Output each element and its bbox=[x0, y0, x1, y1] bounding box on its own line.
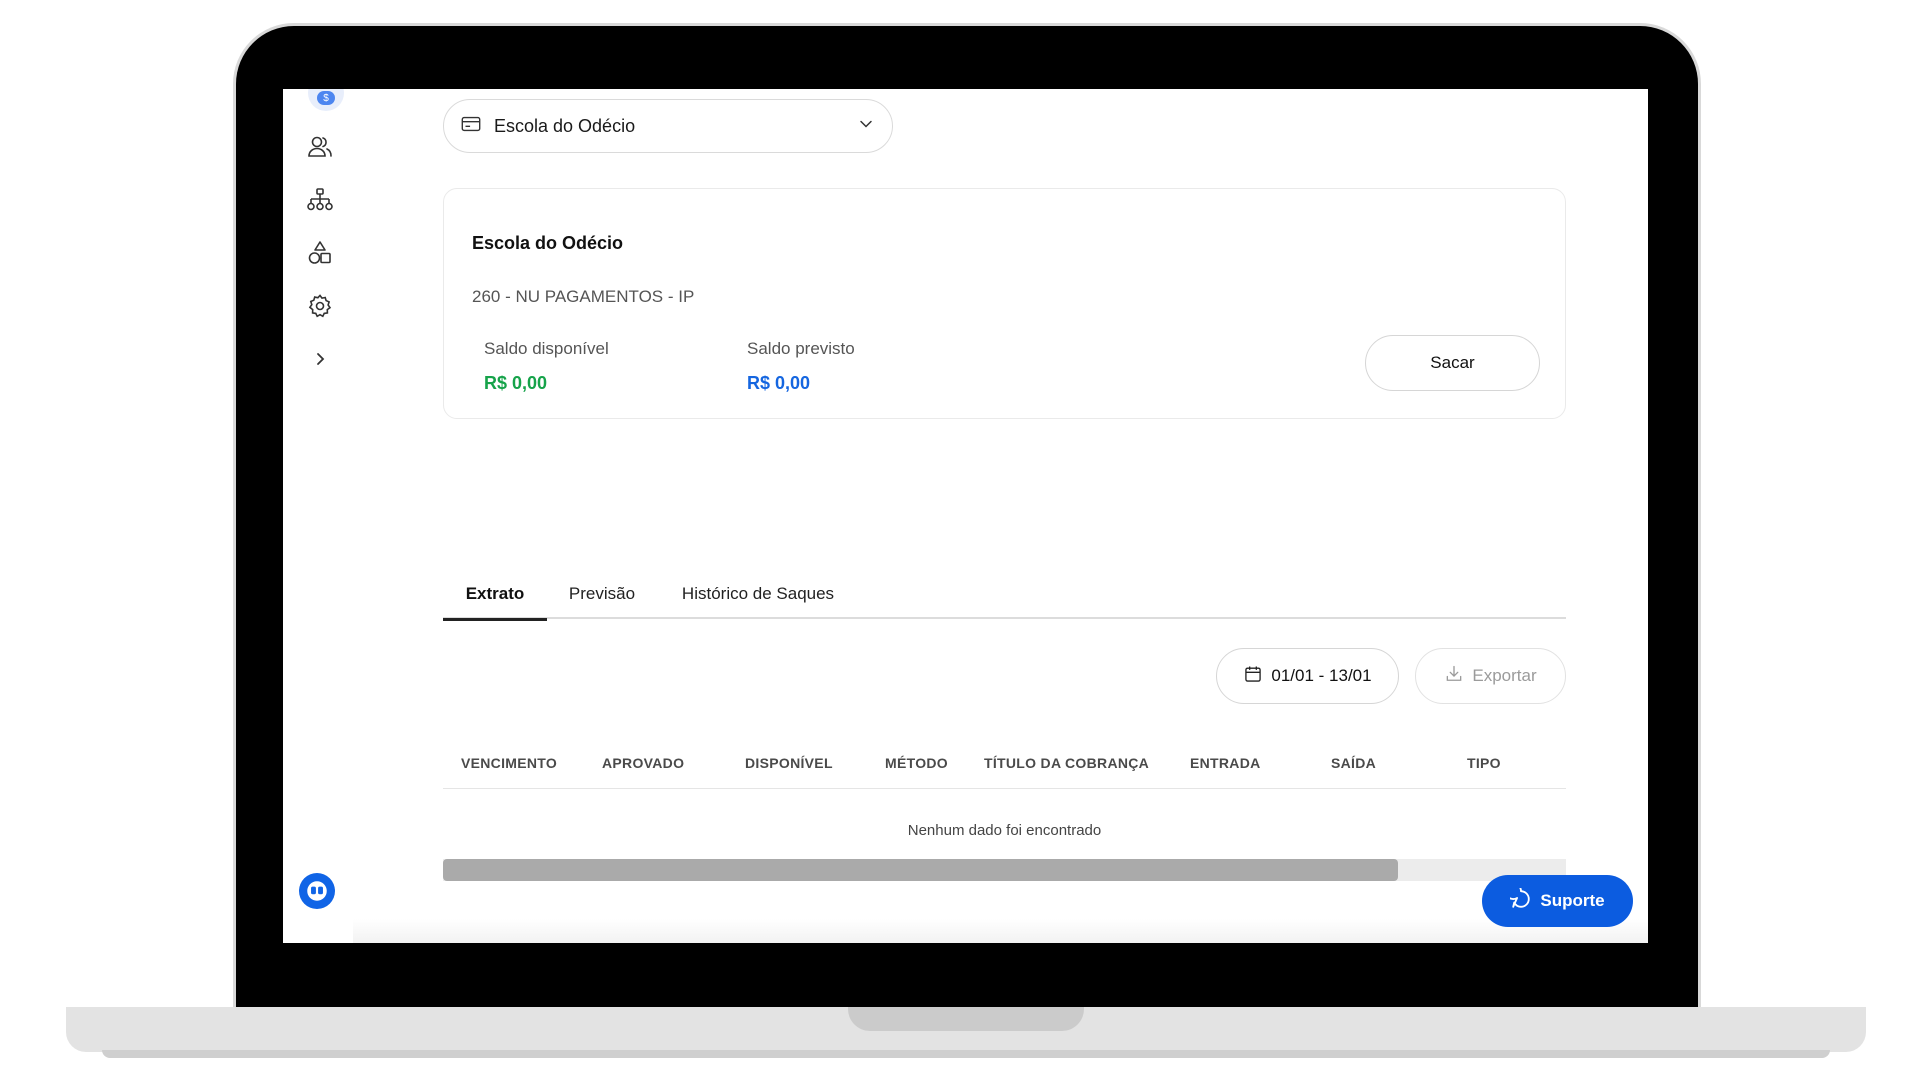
forecast-balance: Saldo previsto R$ 0,00 bbox=[747, 339, 855, 394]
date-range-label: 01/01 - 13/01 bbox=[1271, 666, 1372, 685]
column-header[interactable]: MÉTODO bbox=[885, 755, 948, 771]
account-selector-value: Escola do Odécio bbox=[494, 115, 636, 136]
org-chart-icon[interactable] bbox=[304, 184, 336, 216]
scrollbar-thumb[interactable] bbox=[443, 859, 1398, 881]
forecast-balance-label: Saldo previsto bbox=[747, 339, 855, 358]
tab-historico-saques[interactable]: Histórico de Saques bbox=[657, 569, 859, 619]
sidebar: $ bbox=[283, 89, 353, 943]
laptop-base-foot bbox=[102, 1050, 1830, 1058]
column-header[interactable]: VENCIMENTO bbox=[461, 755, 557, 771]
laptop-notch bbox=[848, 1007, 1084, 1031]
withdraw-button[interactable]: Sacar bbox=[1365, 335, 1540, 391]
chat-icon[interactable] bbox=[299, 873, 335, 909]
avatar-symbol: $ bbox=[317, 91, 335, 105]
available-balance-value: R$ 0,00 bbox=[484, 373, 548, 393]
users-icon[interactable] bbox=[304, 131, 336, 163]
empty-table-message: Nenhum dado foi encontrado bbox=[907, 822, 1102, 839]
forecast-balance-value: R$ 0,00 bbox=[747, 373, 811, 393]
export-button[interactable]: Exportar bbox=[1415, 648, 1566, 704]
account-selector[interactable]: Escola do Odécio bbox=[443, 99, 893, 153]
tab-previsao[interactable]: Previsão bbox=[547, 569, 657, 619]
column-header[interactable]: DISPONÍVEL bbox=[745, 755, 833, 771]
chevron-right-icon[interactable] bbox=[304, 343, 336, 375]
available-balance: Saldo disponível R$ 0,00 bbox=[484, 339, 609, 394]
export-label: Exportar bbox=[1472, 666, 1537, 685]
column-header[interactable]: TIPO bbox=[1467, 755, 1501, 771]
column-header[interactable]: APROVADO bbox=[602, 755, 684, 771]
dollar-avatar-icon[interactable]: $ bbox=[308, 89, 344, 111]
support-button[interactable]: Suporte bbox=[1482, 875, 1633, 927]
date-range-button[interactable]: 01/01 - 13/01 bbox=[1216, 648, 1399, 704]
column-header[interactable]: SAÍDA bbox=[1331, 755, 1376, 771]
gear-icon[interactable] bbox=[304, 290, 336, 322]
message-circle-icon bbox=[1504, 882, 1532, 915]
shapes-icon[interactable] bbox=[304, 237, 336, 269]
table-header: VENCIMENTO APROVADO DISPONÍVEL MÉTODO TÍ… bbox=[443, 745, 1566, 789]
app-screen: $ Escola do Odécio Escola do Odécio 260 … bbox=[283, 89, 1648, 943]
card-icon bbox=[460, 113, 482, 140]
bottom-fade bbox=[353, 919, 1648, 943]
column-header[interactable]: ENTRADA bbox=[1190, 755, 1261, 771]
statement-tabs: Extrato Previsão Histórico de Saques bbox=[443, 569, 1566, 621]
card-title: Escola do Odécio bbox=[472, 233, 624, 253]
calendar-icon bbox=[1243, 664, 1263, 689]
horizontal-scrollbar[interactable] bbox=[443, 859, 1566, 881]
balance-card: Escola do Odécio 260 - NU PAGAMENTOS - I… bbox=[443, 188, 1566, 419]
chevron-down-icon bbox=[856, 114, 876, 139]
bank-info: 260 - NU PAGAMENTOS - IP bbox=[472, 287, 695, 306]
tab-extrato[interactable]: Extrato bbox=[443, 569, 547, 621]
download-icon bbox=[1444, 664, 1464, 689]
support-label: Suporte bbox=[1540, 891, 1605, 910]
column-header[interactable]: TÍTULO DA COBRANÇA bbox=[984, 755, 1149, 771]
available-balance-label: Saldo disponível bbox=[484, 339, 609, 358]
